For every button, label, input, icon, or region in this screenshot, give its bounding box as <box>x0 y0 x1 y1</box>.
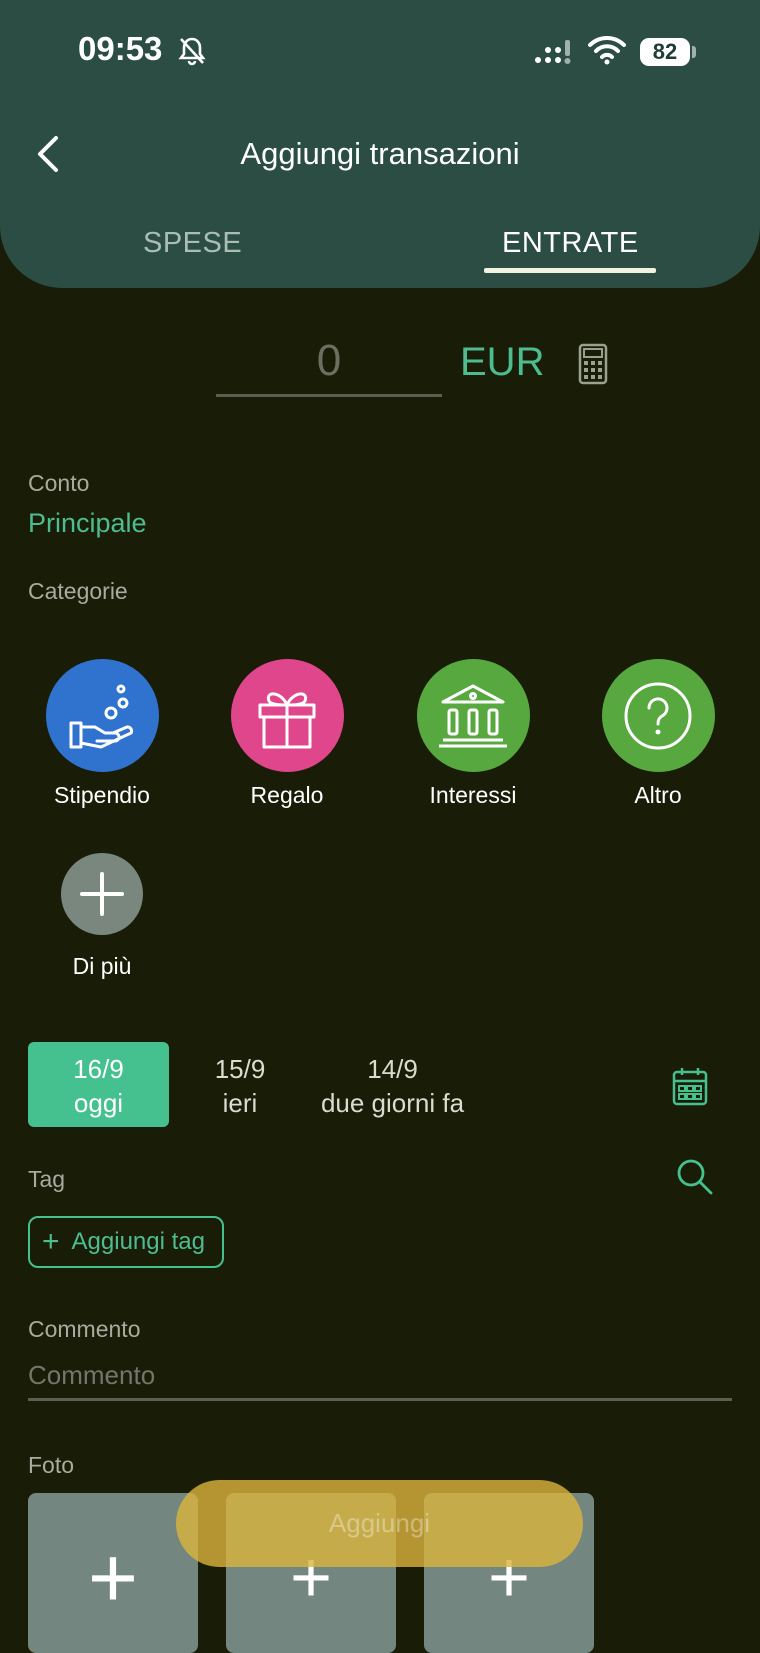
category-circle <box>601 659 715 772</box>
account-selector[interactable]: Principale <box>28 508 147 539</box>
date-option-today[interactable]: 16/9 oggi <box>28 1042 169 1127</box>
comment-input[interactable]: Commento <box>28 1360 155 1391</box>
category-more[interactable]: Di più <box>17 853 187 980</box>
calendar-icon[interactable] <box>672 1066 708 1106</box>
category-name: Altro <box>634 782 682 808</box>
comment-label: Commento <box>28 1316 141 1342</box>
date-day: 14/9 <box>367 1054 418 1084</box>
category-name: Interessi <box>429 782 517 808</box>
app-header: 09:53 82 Aggiungi transazioni SPESE ENTR… <box>0 0 760 288</box>
amount-input[interactable]: 0 <box>216 336 442 386</box>
hand-coins-icon <box>69 684 134 748</box>
category-name: Di più <box>72 953 132 979</box>
category-circle <box>45 659 159 772</box>
bell-muted-icon <box>178 37 206 66</box>
category-name: Regalo <box>250 782 324 808</box>
active-tab-indicator <box>484 268 656 273</box>
category-regalo[interactable]: Regalo <box>202 659 372 809</box>
category-altro[interactable]: Altro <box>573 659 743 809</box>
question-icon <box>624 682 692 749</box>
cellular-signal-icon <box>535 40 571 64</box>
battery-tip <box>692 46 696 58</box>
add-tag-label: Aggiungi tag <box>71 1228 205 1255</box>
category-interessi[interactable]: Interessi <box>388 659 558 809</box>
category-name: Stipendio <box>54 782 150 808</box>
account-label: Conto <box>28 470 90 496</box>
page-title: Aggiungi transazioni <box>240 136 520 171</box>
category-circle <box>416 659 530 772</box>
plus-icon <box>80 872 124 916</box>
status-time: 09:53 <box>78 30 163 67</box>
add-photo-slot[interactable]: + <box>28 1493 198 1653</box>
categories-label: Categorie <box>28 578 128 604</box>
comment-underline <box>28 1398 732 1401</box>
category-circle <box>61 853 143 935</box>
date-option-two-days-ago[interactable]: 14/9 due giorni fa <box>305 1042 480 1127</box>
amount-underline <box>216 394 442 397</box>
tab-spese[interactable]: SPESE <box>143 227 242 260</box>
date-day: 16/9 <box>73 1054 124 1084</box>
add-tag-button[interactable]: + Aggiungi tag <box>28 1216 224 1268</box>
tab-entrate[interactable]: ENTRATE <box>502 227 639 260</box>
category-stipendio[interactable]: Stipendio <box>17 659 187 809</box>
wifi-icon <box>588 35 626 65</box>
currency-selector[interactable]: EUR <box>460 340 544 385</box>
plus-icon: + <box>87 1530 139 1626</box>
photo-label: Foto <box>28 1452 75 1478</box>
date-label: oggi <box>73 1088 124 1118</box>
date-option-yesterday[interactable]: 15/9 ieri <box>190 1042 290 1127</box>
add-transaction-button[interactable]: Aggiungi <box>176 1480 583 1567</box>
date-day: 15/9 <box>214 1054 266 1084</box>
category-circle <box>230 659 344 772</box>
search-icon[interactable] <box>676 1158 714 1196</box>
tag-label: Tag <box>28 1166 66 1192</box>
bank-icon <box>439 684 507 747</box>
date-label: due giorni fa <box>320 1088 465 1118</box>
plus-icon: + <box>42 1225 60 1258</box>
battery-indicator: 82 <box>640 38 690 66</box>
date-label: ieri <box>222 1088 258 1118</box>
calculator-icon[interactable] <box>578 343 608 385</box>
gift-icon <box>258 692 316 748</box>
